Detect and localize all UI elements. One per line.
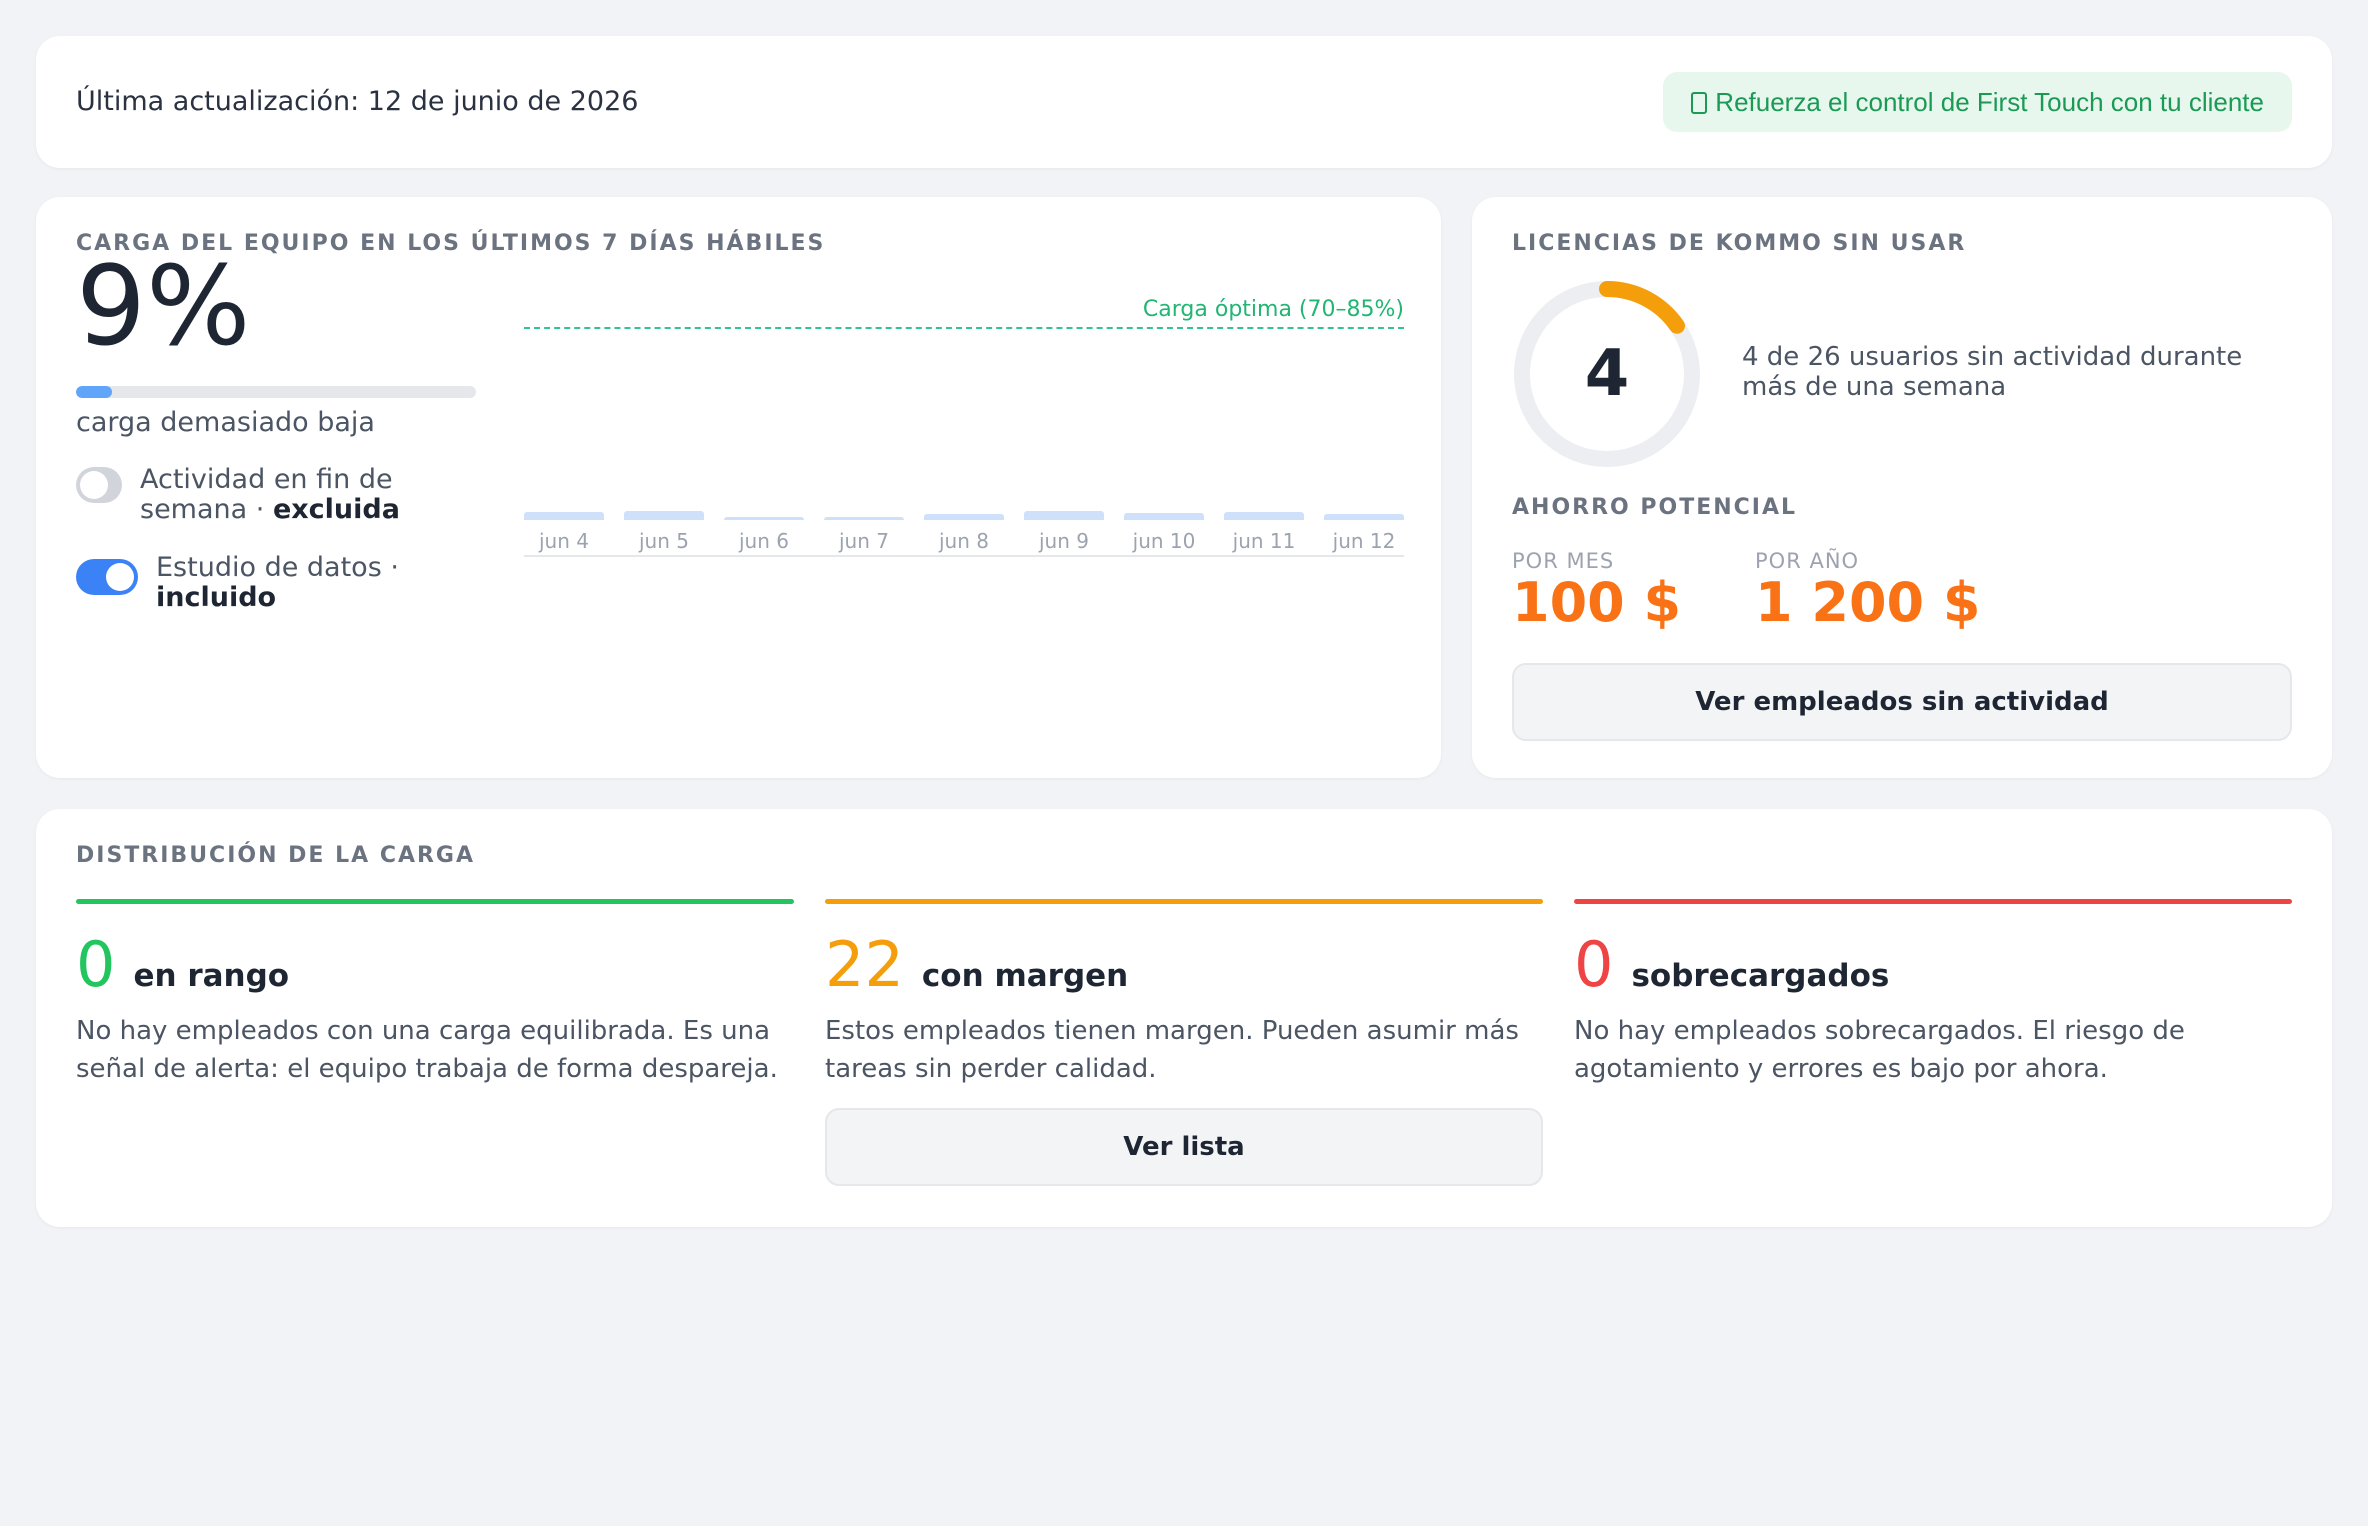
overloaded-accent-bar	[1574, 899, 2292, 904]
header-card: Última actualización: 12 de junio de 202…	[36, 36, 2332, 168]
data-study-label: Estudio de datos · incluido	[156, 552, 399, 613]
chart-tick-label: jun 4	[539, 529, 589, 553]
chart-tick-label: jun 6	[739, 529, 789, 553]
weekend-activity-label: Actividad en fin de semana · excluida	[140, 464, 400, 525]
optimal-load-label: Carga óptima (70–85%)	[1142, 297, 1404, 322]
chart-tick-label: jun 5	[639, 529, 689, 553]
overloaded-count: 0	[1574, 928, 1614, 1001]
licenses-title: LICENCIAS DE KOMMO SIN USAR	[1512, 231, 1967, 256]
overloaded-column: 0 sobrecargados No hay empleados sobrecar…	[1574, 899, 2292, 1088]
in-range-column: 0 en rango No hay empleados con una carga…	[76, 899, 794, 1088]
data-study-toggle[interactable]	[76, 559, 138, 595]
view-list-button[interactable]: Ver lista	[825, 1108, 1543, 1186]
in-range-count: 0	[76, 928, 116, 1001]
per-month-label: POR MES	[1512, 549, 1615, 573]
weekend-activity-state: excluida	[272, 494, 400, 525]
overloaded-label: sobrecargados	[1631, 958, 1890, 994]
chart-bar	[524, 511, 604, 520]
data-study-row: Estudio de datos · incluido	[76, 553, 416, 613]
with-margin-column: 22 con margen Estos empleados tienen marg…	[825, 899, 1543, 1186]
weekend-activity-row: Actividad en fin de semana · excluida	[76, 465, 400, 525]
last-update-text: Última actualización: 12 de junio de 202…	[76, 86, 639, 117]
chart-bar	[724, 517, 804, 520]
chart-bar	[1224, 511, 1304, 520]
chart-tick-label: jun 12	[1332, 529, 1396, 553]
in-range-accent-bar	[76, 899, 794, 904]
load-distribution-card: DISTRIBUCIÓN DE LA CARGA 0 en rango No ha…	[36, 809, 2332, 1227]
view-inactive-employees-button[interactable]: Ver empleados sin actividad	[1512, 663, 2292, 741]
savings-title: AHORRO POTENCIAL	[1512, 495, 1798, 520]
chart-bar	[824, 517, 904, 520]
first-touch-button[interactable]: Refuerza el control de First Touch con t…	[1663, 72, 2292, 132]
chart-tick-label: jun 11	[1232, 529, 1296, 553]
chart-tick-label: jun 7	[839, 529, 889, 553]
per-month-value: 100 $	[1512, 571, 1682, 634]
load-progress-bar	[76, 386, 476, 398]
load-percent: 9%	[76, 242, 251, 370]
weekend-activity-toggle[interactable]	[76, 467, 122, 503]
per-year-label: POR AÑO	[1755, 549, 1860, 573]
licenses-description: 4 de 26 usuarios sin actividad durante m…	[1742, 342, 2243, 402]
chart-baseline	[524, 555, 1404, 557]
chart-tick-label: jun 10	[1132, 529, 1196, 553]
chart-bar	[624, 511, 704, 520]
chart-tick-label: jun 9	[1039, 529, 1089, 553]
unused-licenses-count: 4	[1584, 337, 1630, 411]
with-margin-description: Estos empleados tienen margen. Pueden as…	[825, 1016, 1519, 1084]
chart-bar	[1024, 510, 1104, 520]
data-study-state: incluido	[156, 582, 277, 613]
licenses-card: LICENCIAS DE KOMMO SIN USAR 4 4 de 26 us…	[1472, 197, 2332, 778]
first-touch-button-label: Refuerza el control de First Touch con t…	[1715, 87, 2264, 117]
distribution-title: DISTRIBUCIÓN DE LA CARGA	[76, 843, 476, 868]
in-range-description: No hay empleados con una carga equilibra…	[76, 1016, 778, 1084]
load-status-text: carga demasiado baja	[76, 407, 375, 438]
in-range-label: en rango	[133, 958, 290, 994]
with-margin-count: 22	[825, 928, 904, 1001]
chart-tick-label: jun 8	[939, 529, 989, 553]
optimal-load-line	[524, 327, 1404, 329]
overloaded-description: No hay empleados sobrecargados. El riesg…	[1574, 1016, 2185, 1084]
per-year-value: 1 200 $	[1755, 571, 1981, 634]
clipboard-icon	[1691, 92, 1708, 114]
daily-load-chart: Carga óptima (70–85%) jun 4 jun 5 jun 6 jun…	[524, 297, 1404, 557]
load-progress-fill	[76, 386, 112, 398]
chart-bar	[1124, 512, 1204, 520]
team-load-card: CARGA DEL EQUIPO EN LOS ÚLTIMOS 7 DÍAS H…	[36, 197, 1441, 778]
with-margin-accent-bar	[825, 899, 1543, 904]
with-margin-label: con margen	[921, 958, 1129, 994]
chart-bar	[924, 513, 1004, 520]
chart-bar	[1324, 513, 1404, 520]
